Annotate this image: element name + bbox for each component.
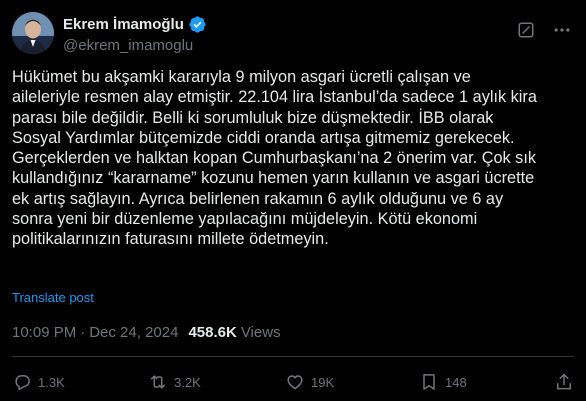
reply-button[interactable]: 1.3K [12, 372, 65, 392]
grok-icon[interactable] [516, 20, 536, 40]
tweet-header: Ekrem İmamoğlu @ekrem_imamoglu [12, 10, 574, 60]
share-icon [554, 372, 574, 392]
meta-separator: · [80, 324, 86, 341]
reply-count: 1.3K [38, 374, 65, 390]
bookmark-icon [419, 372, 439, 392]
translate-post-link[interactable]: Translate post [12, 290, 94, 305]
repost-button[interactable]: 3.2K [148, 372, 201, 392]
display-name-row: Ekrem İmamoğlu [63, 14, 207, 34]
bookmark-count: 148 [445, 374, 467, 390]
like-icon [285, 372, 305, 392]
views-count[interactable]: 458.6K [188, 324, 236, 341]
author-names: Ekrem İmamoğlu @ekrem_imamoglu [63, 14, 207, 54]
like-count: 19K [311, 374, 335, 390]
share-button[interactable] [554, 372, 574, 392]
repost-icon [148, 372, 168, 392]
tweet-meta: 10:09 PM · Dec 24, 2024 458.6K Views [12, 324, 281, 341]
tweet-time[interactable]: 10:09 PM [12, 324, 76, 341]
reply-icon [12, 372, 32, 392]
tweet-date[interactable]: Dec 24, 2024 [89, 324, 178, 341]
more-icon[interactable] [550, 20, 574, 40]
like-button[interactable]: 19K [285, 372, 334, 392]
divider [12, 356, 574, 357]
views-label: Views [240, 324, 281, 341]
action-bar: 1.3K 3.2K 19K 148 [12, 368, 574, 396]
tweet: Ekrem İmamoğlu @ekrem_imamoglu Hükümet b… [0, 0, 586, 401]
author-handle[interactable]: @ekrem_imamoglu [63, 37, 207, 54]
verified-badge-icon[interactable] [188, 15, 207, 34]
avatar[interactable] [12, 12, 54, 54]
display-name[interactable]: Ekrem İmamoğlu [63, 16, 184, 33]
tweet-text: Hükümet bu akşamki kararıyla 9 milyon as… [12, 68, 537, 249]
repost-count: 3.2K [174, 374, 201, 390]
bookmark-button[interactable]: 148 [419, 372, 467, 392]
